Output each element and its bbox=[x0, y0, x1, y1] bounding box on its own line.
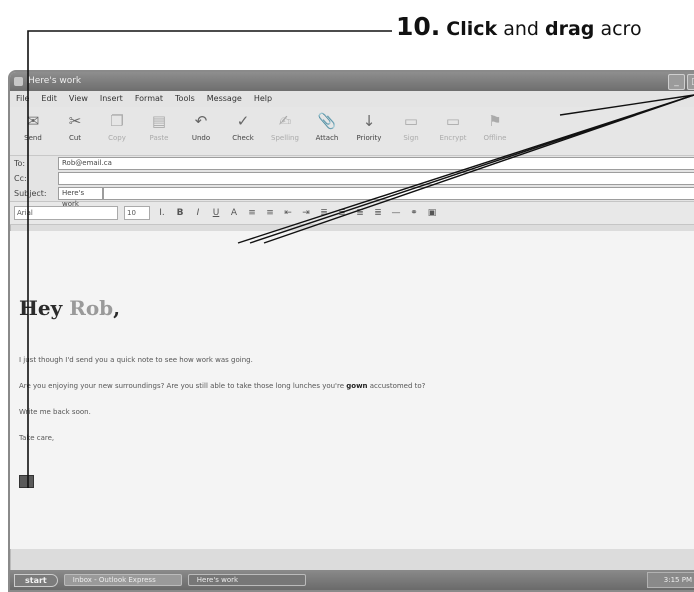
subject-field[interactable]: Here's work bbox=[58, 187, 103, 208]
menu-message[interactable]: Message bbox=[207, 91, 242, 107]
justify-icon[interactable]: ≣ bbox=[372, 207, 384, 219]
minimize-button[interactable]: _ bbox=[668, 74, 685, 90]
subject-label: Subject: bbox=[14, 189, 47, 198]
callout-and: and bbox=[503, 18, 539, 40]
font-color-button[interactable]: A bbox=[228, 207, 240, 219]
to-field[interactable]: Rob@email.ca bbox=[58, 157, 694, 170]
body-line-2: Are you enjoying your new surroundings? … bbox=[19, 382, 426, 390]
horizontal-line-icon[interactable]: — bbox=[390, 207, 402, 219]
signature-image-icon[interactable] bbox=[19, 475, 34, 488]
bold-button[interactable]: B bbox=[174, 207, 186, 219]
taskbar-compose[interactable]: Here's work bbox=[187, 574, 306, 586]
check-button[interactable]: ✓ Check bbox=[222, 111, 264, 142]
system-tray-clock: 3:15 PM bbox=[647, 572, 694, 588]
callout-click: Click bbox=[446, 18, 498, 40]
decrease-indent-icon[interactable]: ⇤ bbox=[282, 207, 294, 219]
sign-button[interactable]: ▭ Sign bbox=[390, 111, 432, 142]
cut-button[interactable]: ✂ Cut bbox=[54, 111, 96, 142]
increase-indent-icon[interactable]: ⇥ bbox=[300, 207, 312, 219]
cut-icon: ✂ bbox=[68, 112, 82, 130]
menu-help[interactable]: Help bbox=[254, 91, 272, 107]
send-button[interactable]: ✉ Send bbox=[12, 111, 54, 142]
menu-insert[interactable]: Insert bbox=[100, 91, 123, 107]
underline-button[interactable]: U bbox=[210, 207, 222, 219]
title-bar[interactable]: Here's work _ □ bbox=[10, 72, 694, 91]
offline-icon: ⚑ bbox=[488, 112, 502, 130]
font-size-select[interactable]: 10 bbox=[124, 206, 150, 220]
step-number: 10. bbox=[396, 12, 441, 41]
mail-app-icon bbox=[14, 77, 23, 86]
menu-format[interactable]: Format bbox=[135, 91, 163, 107]
cc-row: Cc: bbox=[10, 171, 694, 186]
selected-word: gown bbox=[346, 382, 368, 390]
cc-label[interactable]: Cc: bbox=[10, 174, 58, 183]
attach-button[interactable]: 📎 Attach bbox=[306, 111, 348, 142]
taskbar-inbox[interactable]: Inbox - Outlook Express bbox=[63, 574, 182, 586]
taskbar: start Inbox - Outlook Express Here's wor… bbox=[10, 570, 694, 590]
insert-picture-icon[interactable]: ▣ bbox=[426, 207, 438, 219]
copy-button[interactable]: ❐ Copy bbox=[96, 111, 138, 142]
menu-edit[interactable]: Edit bbox=[41, 91, 57, 107]
formatting-toolbar: Arial 10 I. B I U A ≡ ≡ ⇤ ⇥ ≣ ≣ ≣ ≣ — ⚭ … bbox=[10, 201, 694, 225]
body-line-4: Take care, bbox=[19, 434, 55, 442]
body-line-1: I just though I'd send you a quick note … bbox=[19, 356, 253, 364]
priority-button[interactable]: ↓ Priority bbox=[348, 111, 390, 142]
attach-icon: 📎 bbox=[317, 112, 337, 130]
to-label[interactable]: To: bbox=[10, 159, 58, 168]
sign-icon: ▭ bbox=[403, 112, 419, 130]
align-left-icon[interactable]: ≣ bbox=[318, 207, 330, 219]
spelling-icon: ✍ bbox=[278, 112, 292, 130]
send-icon: ✉ bbox=[26, 112, 40, 130]
check-icon: ✓ bbox=[236, 112, 250, 130]
encrypt-button[interactable]: ▭ Encrypt bbox=[432, 111, 474, 142]
cc-field[interactable] bbox=[58, 172, 694, 185]
subject-row: Subject: Here's work bbox=[10, 186, 694, 208]
italic-button[interactable]: I bbox=[192, 207, 204, 219]
hyperlink-icon[interactable]: ⚭ bbox=[408, 207, 420, 219]
paste-icon: ▤ bbox=[151, 112, 167, 130]
window-title: Here's work bbox=[28, 76, 82, 86]
paste-button[interactable]: ▤ Paste bbox=[138, 111, 180, 142]
main-toolbar: ✉ Send ✂ Cut ❐ Copy ▤ Paste ↶ Undo ✓ Check ✍ Sp… bbox=[10, 107, 694, 156]
paragraph-style-icon[interactable]: I. bbox=[156, 207, 168, 219]
subject-field-rest[interactable] bbox=[103, 187, 694, 200]
spelling-button[interactable]: ✍ Spelling bbox=[264, 111, 306, 142]
compose-window: Here's work _ □ File Edit View Insert Fo… bbox=[8, 70, 694, 592]
align-right-icon[interactable]: ≣ bbox=[354, 207, 366, 219]
font-name-select[interactable]: Arial bbox=[14, 206, 118, 220]
maximize-button[interactable]: □ bbox=[687, 74, 694, 90]
callout-drag: drag bbox=[545, 18, 595, 40]
priority-icon: ↓ bbox=[362, 112, 376, 130]
undo-button[interactable]: ↶ Undo bbox=[180, 111, 222, 142]
menu-bar: File Edit View Insert Format Tools Messa… bbox=[10, 91, 694, 107]
message-body[interactable]: Hey Rob, I just though I'd send you a qu… bbox=[10, 231, 694, 549]
encrypt-icon: ▭ bbox=[445, 112, 461, 130]
callout-rest: acro bbox=[600, 18, 642, 40]
align-center-icon[interactable]: ≣ bbox=[336, 207, 348, 219]
menu-file[interactable]: File bbox=[16, 91, 29, 107]
menu-tools[interactable]: Tools bbox=[175, 91, 195, 107]
bullets-icon[interactable]: ≡ bbox=[264, 207, 276, 219]
copy-icon: ❐ bbox=[110, 112, 124, 130]
undo-icon: ↶ bbox=[194, 112, 208, 130]
step-callout: 10. Click and drag acro bbox=[396, 12, 642, 41]
menu-view[interactable]: View bbox=[69, 91, 88, 107]
offline-button[interactable]: ⚑ Offline bbox=[474, 111, 516, 142]
greeting-text: Hey Rob, bbox=[19, 296, 121, 320]
numbering-icon[interactable]: ≡ bbox=[246, 207, 258, 219]
body-line-3: Write me back soon. bbox=[19, 408, 91, 416]
to-row: To: Rob@email.ca bbox=[10, 156, 694, 171]
